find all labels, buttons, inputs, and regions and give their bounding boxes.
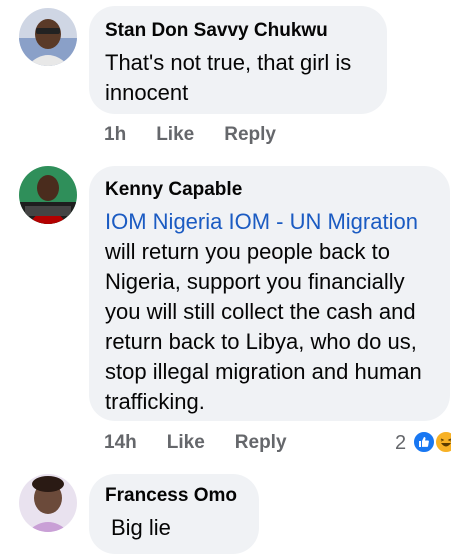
comment-actions: 14h Like Reply: [104, 432, 319, 454]
like-button[interactable]: Like: [156, 124, 194, 146]
haha-icon[interactable]: [434, 430, 451, 454]
comment-text: IOM Nigeria IOM - UN Migration will retu…: [105, 207, 432, 417]
avatar[interactable]: [19, 8, 77, 66]
thumbs-up-icon: [419, 437, 429, 447]
comment-author[interactable]: Kenny Capable: [105, 179, 432, 201]
laughing-face-icon: [440, 438, 451, 447]
comment-bubble: Francess Omo Big lie: [89, 474, 259, 554]
comment-body: will return you people back to Nigeria, …: [105, 239, 422, 414]
comment-text: That's not true, that girl is innocent: [105, 50, 352, 105]
avatar[interactable]: [19, 166, 77, 224]
reply-button[interactable]: Reply: [224, 124, 276, 146]
comment-actions: 1h Like Reply: [104, 124, 308, 146]
comment-bubble: Kenny Capable IOM Nigeria IOM - UN Migra…: [89, 166, 450, 421]
comment-bubble: Stan Don Savvy Chukwu That's not true, t…: [89, 6, 387, 114]
comment-author[interactable]: Stan Don Savvy Chukwu: [105, 20, 369, 42]
profile-photo-icon: [19, 8, 77, 66]
profile-photo-icon: [19, 166, 77, 224]
comment-text: Big lie: [111, 515, 171, 540]
mention-link[interactable]: IOM Nigeria IOM - UN Migration: [105, 209, 418, 234]
avatar[interactable]: [19, 474, 77, 532]
comment-time[interactable]: 14h: [104, 432, 137, 454]
like-icon[interactable]: [412, 430, 436, 454]
profile-photo-icon: [19, 474, 77, 532]
reply-button[interactable]: Reply: [235, 432, 287, 454]
like-button[interactable]: Like: [167, 432, 205, 454]
comment-author[interactable]: Francess Omo: [105, 485, 241, 507]
comment-time[interactable]: 1h: [104, 124, 126, 146]
reaction-count[interactable]: 2: [395, 432, 406, 455]
